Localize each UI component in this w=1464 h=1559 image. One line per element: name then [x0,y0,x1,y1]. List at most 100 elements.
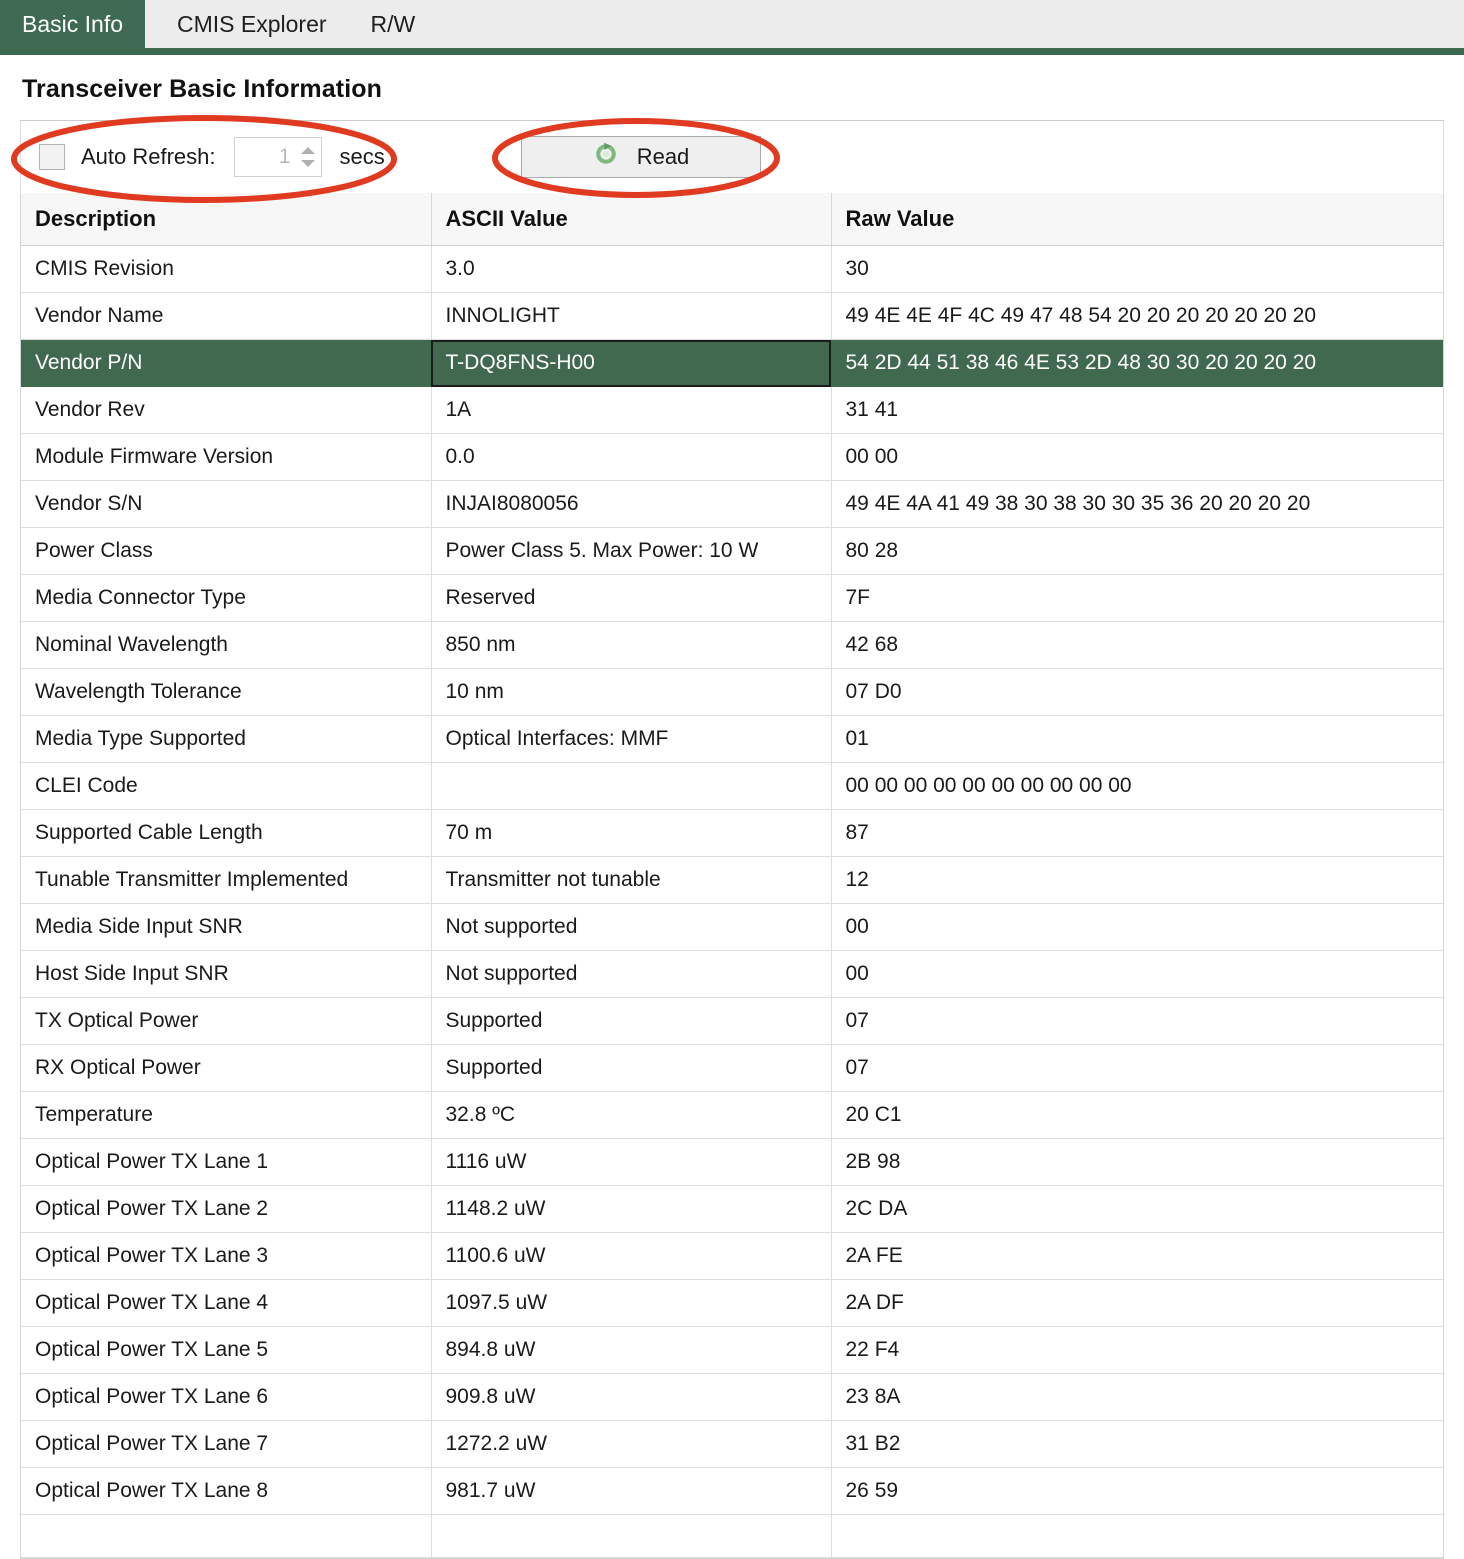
tab-basic-info[interactable]: Basic Info [0,0,145,48]
cell-raw-value[interactable]: 26 59 [831,1467,1443,1515]
cell-raw-value[interactable]: 07 [831,1044,1443,1092]
cell-raw-value[interactable]: 2A FE [831,1232,1443,1280]
table-row[interactable]: Host Side Input SNR Not supported 00 [21,950,1443,998]
cell-ascii-value[interactable]: 10 nm [431,668,832,716]
cell-description[interactable]: Vendor P/N [21,339,432,387]
table-row[interactable]: Nominal Wavelength 850 nm 42 68 [21,621,1443,669]
cell-raw-value[interactable]: 20 C1 [831,1091,1443,1139]
column-header-ascii-value[interactable]: ASCII Value [431,193,832,246]
table-row[interactable]: Power Class Power Class 5. Max Power: 10 … [21,527,1443,575]
cell-description[interactable]: CMIS Revision [21,245,432,293]
cell-raw-value[interactable]: 54 2D 44 51 38 46 4E 53 2D 48 30 30 20 2… [831,339,1443,387]
cell-raw-value[interactable]: 00 [831,903,1443,951]
table-row[interactable]: CMIS Revision 3.0 30 [21,245,1443,293]
cell-ascii-value[interactable]: 3.0 [431,245,832,293]
cell-ascii-value[interactable]: 909.8 uW [431,1373,832,1421]
cell-raw-value[interactable]: 2A DF [831,1279,1443,1327]
cell-description[interactable]: Wavelength Tolerance [21,668,432,716]
cell-description[interactable]: Vendor S/N [21,480,432,528]
cell-raw-value[interactable]: 00 00 00 00 00 00 00 00 00 00 [831,762,1443,810]
table-row[interactable]: Tunable Transmitter Implemented Transmitt… [21,856,1443,904]
cell-raw-value[interactable]: 7F [831,574,1443,622]
table-row[interactable]: RX Optical Power Supported 07 [21,1044,1443,1092]
table-row[interactable]: CLEI Code 00 00 00 00 00 00 00 00 00 00 [21,762,1443,810]
table-row[interactable]: Vendor P/N T-DQ8FNS-H00 54 2D 44 51 38 46 … [21,339,1443,387]
cell-ascii-value[interactable]: T-DQ8FNS-H00 [431,339,832,387]
cell-description[interactable]: Media Connector Type [21,574,432,622]
cell-raw-value[interactable]: 01 [831,715,1443,763]
cell-description[interactable]: Optical Power TX Lane 7 [21,1420,432,1468]
table-row[interactable]: Temperature 32.8 ºC 20 C1 [21,1091,1443,1139]
cell-description[interactable]: Vendor Rev [21,386,432,434]
cell-ascii-value[interactable]: Transmitter not tunable [431,856,832,904]
column-header-raw-value[interactable]: Raw Value [831,193,1443,246]
cell-description[interactable]: Optical Power TX Lane 4 [21,1279,432,1327]
cell-description[interactable]: CLEI Code [21,762,432,810]
cell-raw-value[interactable]: 42 68 [831,621,1443,669]
cell-raw-value[interactable]: 07 D0 [831,668,1443,716]
tab-cmis-explorer[interactable]: CMIS Explorer [155,0,349,48]
cell-ascii-value[interactable] [431,1514,832,1558]
cell-raw-value[interactable]: 00 [831,950,1443,998]
stepper-buttons[interactable] [299,138,321,176]
cell-ascii-value[interactable]: Supported [431,1044,832,1092]
cell-ascii-value[interactable]: Power Class 5. Max Power: 10 W [431,527,832,575]
cell-ascii-value[interactable]: 981.7 uW [431,1467,832,1515]
column-header-description[interactable]: Description [21,193,432,246]
cell-ascii-value[interactable]: 0.0 [431,433,832,481]
cell-raw-value[interactable]: 31 B2 [831,1420,1443,1468]
table-row[interactable]: Media Side Input SNR Not supported 00 [21,903,1443,951]
cell-raw-value[interactable]: 2C DA [831,1185,1443,1233]
cell-description[interactable]: Tunable Transmitter Implemented [21,856,432,904]
cell-raw-value[interactable]: 07 [831,997,1443,1045]
table-row[interactable]: Wavelength Tolerance 10 nm 07 D0 [21,668,1443,716]
cell-description[interactable]: Optical Power TX Lane 8 [21,1467,432,1515]
cell-ascii-value[interactable]: 32.8 ºC [431,1091,832,1139]
cell-ascii-value[interactable]: 1097.5 uW [431,1279,832,1327]
cell-description[interactable]: Optical Power TX Lane 1 [21,1138,432,1186]
table-row[interactable]: Media Connector Type Reserved 7F [21,574,1443,622]
cell-ascii-value[interactable]: 1148.2 uW [431,1185,832,1233]
cell-description[interactable]: RX Optical Power [21,1044,432,1092]
auto-refresh-checkbox[interactable] [39,144,65,170]
cell-raw-value[interactable]: 49 4E 4E 4F 4C 49 47 48 54 20 20 20 20 2… [831,292,1443,340]
cell-raw-value[interactable]: 30 [831,245,1443,293]
cell-ascii-value[interactable]: INJAI8080056 [431,480,832,528]
table-row[interactable]: Optical Power TX Lane 4 1097.5 uW 2A DF [21,1279,1443,1327]
cell-description[interactable]: Media Side Input SNR [21,903,432,951]
cell-description[interactable]: Supported Cable Length [21,809,432,857]
cell-ascii-value[interactable]: Supported [431,997,832,1045]
cell-description[interactable] [21,1514,432,1558]
cell-ascii-value[interactable]: 1A [431,386,832,434]
cell-raw-value[interactable] [831,1514,1443,1558]
cell-raw-value[interactable]: 49 4E 4A 41 49 38 30 38 30 30 35 36 20 2… [831,480,1443,528]
cell-raw-value[interactable]: 80 28 [831,527,1443,575]
cell-ascii-value[interactable]: 1100.6 uW [431,1232,832,1280]
table-row[interactable]: Optical Power TX Lane 6 909.8 uW 23 8A [21,1373,1443,1421]
cell-ascii-value[interactable] [431,762,832,810]
table-row[interactable]: Optical Power TX Lane 7 1272.2 uW 31 B2 [21,1420,1443,1468]
cell-raw-value[interactable]: 2B 98 [831,1138,1443,1186]
cell-raw-value[interactable]: 22 F4 [831,1326,1443,1374]
table-row[interactable]: Optical Power TX Lane 5 894.8 uW 22 F4 [21,1326,1443,1374]
cell-description[interactable]: Optical Power TX Lane 5 [21,1326,432,1374]
read-button[interactable]: Read [521,136,761,178]
tab-rw[interactable]: R/W [349,0,438,48]
cell-ascii-value[interactable]: 1272.2 uW [431,1420,832,1468]
cell-ascii-value[interactable]: Optical Interfaces: MMF [431,715,832,763]
table-row[interactable] [21,1514,1443,1558]
cell-raw-value[interactable]: 00 00 [831,433,1443,481]
table-row[interactable]: Vendor S/N INJAI8080056 49 4E 4A 41 49 38 … [21,480,1443,528]
refresh-interval-stepper[interactable]: 1 [233,137,322,177]
table-row[interactable]: Optical Power TX Lane 2 1148.2 uW 2C DA [21,1185,1443,1233]
table-row[interactable]: Media Type Supported Optical Interfaces: … [21,715,1443,763]
cell-description[interactable]: Temperature [21,1091,432,1139]
stepper-up-icon[interactable] [300,147,315,154]
cell-description[interactable]: TX Optical Power [21,997,432,1045]
table-row[interactable]: Vendor Name INNOLIGHT 49 4E 4E 4F 4C 49 47… [21,292,1443,340]
cell-ascii-value[interactable]: 850 nm [431,621,832,669]
cell-ascii-value[interactable]: 1116 uW [431,1138,832,1186]
cell-description[interactable]: Nominal Wavelength [21,621,432,669]
cell-description[interactable]: Media Type Supported [21,715,432,763]
cell-description[interactable]: Module Firmware Version [21,433,432,481]
